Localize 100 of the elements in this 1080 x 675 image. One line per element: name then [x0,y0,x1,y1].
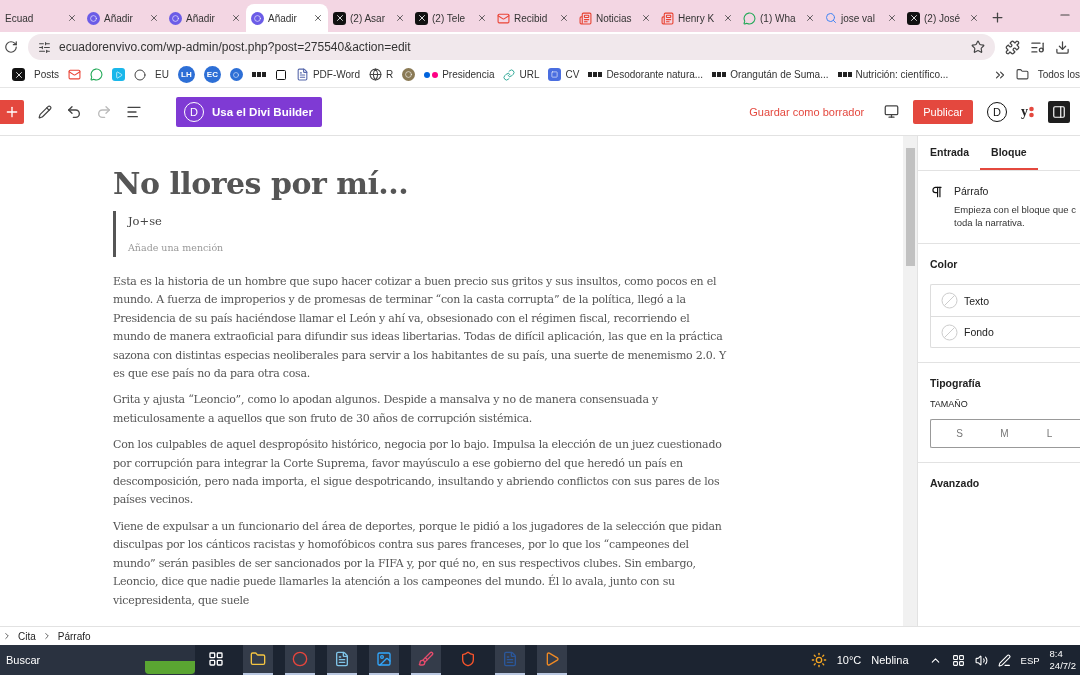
taskbar-app[interactable] [537,645,567,675]
dots-icon [712,72,727,77]
dots-icon [251,72,266,77]
site-settings-icon[interactable] [38,40,51,54]
weather-text: Neblina [871,654,909,666]
bookmark[interactable]: PDF-Word [312,69,360,80]
new-tab-icon[interactable] [990,10,1005,25]
url-text: ecuadorenvivo.com/wp-admin/post.php?post=275540&action=edit [59,40,412,54]
pen-icon[interactable] [997,653,1011,667]
add-block-button[interactable] [0,99,24,124]
publish-button[interactable]: Publicar [913,99,973,124]
reload-icon[interactable] [4,40,18,54]
weather-icon [810,652,827,668]
preview-icon[interactable] [884,104,900,119]
divi-builder-button[interactable]: D Usa el Divi Builder [176,96,322,127]
bookmark[interactable]: Posts [34,69,59,80]
bookmark-badge[interactable]: LH [177,66,195,83]
section-title[interactable]: Avanzado [930,477,1080,489]
address-bar[interactable]: ecuadorenvivo.com/wp-admin/post.php?post=275540&action=edit [28,34,995,60]
search-field[interactable]: Buscar [0,645,195,675]
color-option[interactable]: Fondo [964,326,994,338]
pilcrow-icon [930,185,944,199]
bookmark[interactable]: Nutrición: científico... [855,69,949,80]
chat-bubble-icon [743,11,756,25]
bookmark-badge[interactable]: EC [203,66,221,83]
bookmark[interactable]: Orangután de Suma... [730,69,829,80]
browser-tab[interactable]: (1) Wha [738,4,820,32]
sidebar-tab[interactable]: Bloque [980,136,1038,170]
browser-tab[interactable]: Henry K [656,4,738,32]
media-icon[interactable] [1030,39,1045,55]
undo-icon[interactable] [66,103,82,120]
taskbar-app[interactable] [285,645,315,675]
close-icon[interactable] [559,13,569,23]
browser-tab[interactable]: Añadir [246,4,328,32]
search-icon [825,12,837,24]
quote-text: Jo+se [128,214,163,228]
link-icon [503,68,516,81]
taskbar-app[interactable] [369,645,399,675]
browser-tab[interactable]: Añadir [82,4,164,32]
person-icon [229,68,243,81]
close-icon[interactable] [477,13,487,23]
browser-tab[interactable]: (2) Asar [328,4,410,32]
post-title[interactable]: No llores por mí... [113,166,903,201]
taskbar-app[interactable] [495,645,525,675]
site-icon [87,11,100,25]
browser-tab[interactable]: Noticias [574,4,656,32]
breadcrumb-item[interactable]: Párrafo [57,630,91,642]
size-option[interactable]: M [982,420,1027,447]
star-icon[interactable] [971,40,985,54]
bookmark[interactable]: EU [155,69,169,80]
size-option[interactable]: S [937,420,982,447]
close-icon[interactable] [149,13,159,23]
bookmark[interactable]: Presidencia [442,69,495,80]
settings-panel-icon[interactable] [1048,100,1070,123]
pencil-icon[interactable] [38,104,52,119]
document-icon [502,651,518,667]
close-icon[interactable] [805,13,815,23]
browser-tab[interactable]: (2) Tele [410,4,492,32]
bookmark[interactable]: R [385,69,394,80]
download-icon[interactable] [1055,39,1070,55]
extensions-icon[interactable] [1005,39,1020,55]
bookmark[interactable]: Desodorante natura... [606,69,704,80]
clock[interactable]: 8:4 24/7/2 [1049,648,1076,672]
yoast-logo[interactable]: y [1021,103,1034,120]
taskbar-app[interactable] [243,645,273,675]
close-icon[interactable] [67,13,77,23]
browser-tab[interactable]: jose val [820,4,902,32]
save-draft-button[interactable]: Guardar como borrador [743,104,871,119]
close-icon[interactable] [313,13,323,23]
display-icon[interactable] [951,653,965,667]
close-icon[interactable] [969,13,979,23]
close-icon[interactable] [231,13,241,23]
scrollbar-thumb[interactable] [905,148,915,266]
browser-tab[interactable]: Ecuad [0,4,82,32]
browser-tab[interactable]: Añadir [164,4,246,32]
volume-icon[interactable] [974,653,988,667]
newspaper-icon [661,11,674,25]
document-icon [295,68,309,81]
taskbar-app[interactable] [411,645,441,675]
size-label: TAMAÑO [930,399,969,409]
dots-icon [837,72,852,77]
folder-icon [1015,68,1029,81]
close-icon[interactable] [641,13,651,23]
bookmark[interactable]: CV [565,69,580,80]
close-icon[interactable] [723,13,733,23]
x-logo-icon [333,11,346,25]
task-view-icon [208,651,224,667]
newspaper-icon [579,11,592,25]
video-icon [112,68,125,81]
color-option[interactable]: Texto [964,294,990,307]
close-icon[interactable] [887,13,897,23]
browser-tab[interactable]: Recibid [492,4,574,32]
sidebar-tab[interactable]: Entrada [930,136,981,170]
taskbar-app[interactable] [327,645,357,675]
breadcrumb-item[interactable]: Cita [18,630,36,642]
bookmark[interactable]: URL [519,69,540,80]
size-option[interactable]: L [1027,420,1072,447]
close-icon[interactable] [395,13,405,23]
bookmark-folder[interactable]: Todos los [1037,69,1080,80]
browser-tab[interactable]: (2) José [902,4,984,32]
